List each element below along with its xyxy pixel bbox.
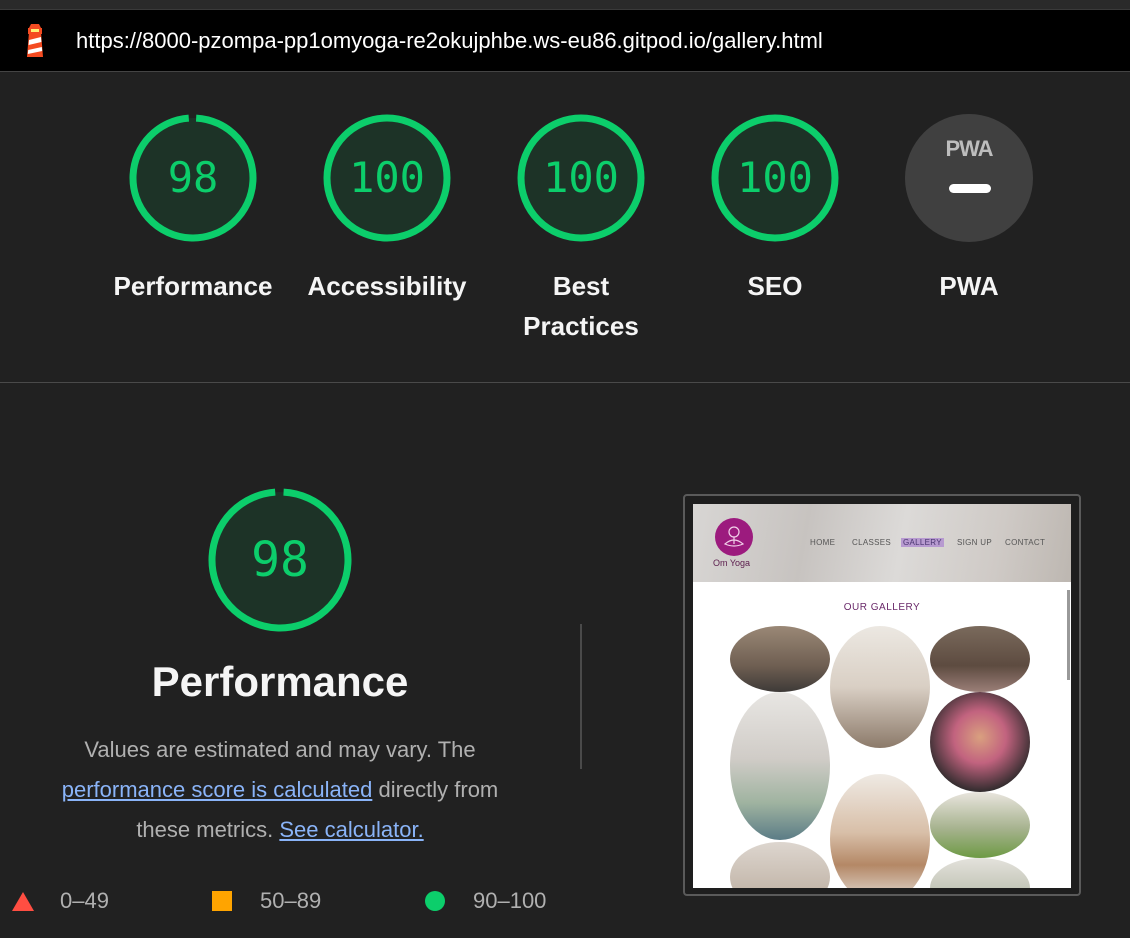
legend-average-label: 50–89 [260,888,322,913]
gallery-photo [730,626,830,692]
nav-sign-up: SIGN UP [957,538,992,547]
performance-big-gauge: 98 [206,486,354,634]
see-calculator-link[interactable]: See calculator. [279,817,423,842]
score-ring: 100 [321,112,453,244]
gauge-label: PWA [939,271,999,301]
vertical-separator [580,624,582,769]
performance-description: Values are estimated and may vary. The p… [20,730,540,850]
gallery-photo [830,774,930,888]
gauge-label: Accessibility [307,271,467,301]
legend-pass-label: 90–100 [473,888,547,913]
gallery-photo [930,858,1030,888]
orange-square-icon [212,891,232,911]
desc-text-2: directly from [378,777,499,802]
desc-text-3: these metrics. [136,817,274,842]
gauge-accessibility[interactable]: 100 Accessibility [292,112,482,306]
page-url[interactable]: https://8000-pzompa-pp1omyoga-re2okujphb… [76,28,823,54]
red-triangle-icon [12,891,34,911]
lighthouse-icon [27,23,43,57]
nav-home: HOME [810,538,836,547]
window-top-strip [0,0,1130,10]
green-circle-icon [425,891,445,911]
performance-title: Performance [151,658,409,705]
score-value: 100 [349,153,425,202]
section-divider [0,382,1130,383]
gauge-best-practices[interactable]: 100 Best Practices [486,112,676,346]
legend-fail: 0–49 [12,884,109,918]
desc-text-1: Values are estimated and may vary. The [84,737,476,762]
legend-fail-label: 0–49 [60,888,109,913]
gauge-seo[interactable]: 100 SEO [680,112,870,306]
gallery-title: OUR GALLERY [843,602,921,613]
url-bar: https://8000-pzompa-pp1omyoga-re2okujphb… [0,10,1130,72]
nav-gallery: GALLERY [901,538,944,547]
om-yoga-logo-icon [715,518,753,556]
gauge-label: Performance [113,271,273,301]
score-value: 98 [167,153,219,202]
gallery-photo [730,692,830,840]
score-ring: 100 [709,112,841,244]
performance-score-value: 98 [251,532,309,588]
nav-classes: CLASSES [852,538,892,547]
legend-pass: 90–100 [425,884,546,918]
gallery-photo [830,626,930,748]
gauge-pwa[interactable]: PWA PWA [874,112,1064,306]
nav-contact: CONTACT [1005,538,1046,547]
gallery-photo [730,842,830,888]
gauge-label: SEO [747,271,803,301]
score-value: 100 [737,153,813,202]
gallery-photo [930,692,1030,792]
gallery-photo [930,626,1030,692]
legend-average: 50–89 [212,884,321,918]
score-calculated-link[interactable]: performance score is calculated [62,777,373,802]
score-ring: 98 [127,112,259,244]
page-screenshot[interactable]: Om Yoga HOME CLASSES GALLERY SIGN UP CON… [693,504,1071,888]
gauge-performance[interactable]: 98 Performance [98,112,288,306]
screenshot-scrollbar[interactable] [1067,590,1070,680]
site-header: Om Yoga HOME CLASSES GALLERY SIGN UP CON… [693,504,1071,582]
gauge-label: Best Practices [523,271,639,341]
score-ring: 100 [515,112,647,244]
gallery-photo [930,792,1030,858]
pwa-badge-icon: PWA [905,114,1033,242]
score-value: 100 [543,153,619,202]
pwa-dash-icon [949,184,991,193]
pwa-badge-text: PWA [945,136,993,161]
logo-text: Om Yoga [713,558,751,568]
